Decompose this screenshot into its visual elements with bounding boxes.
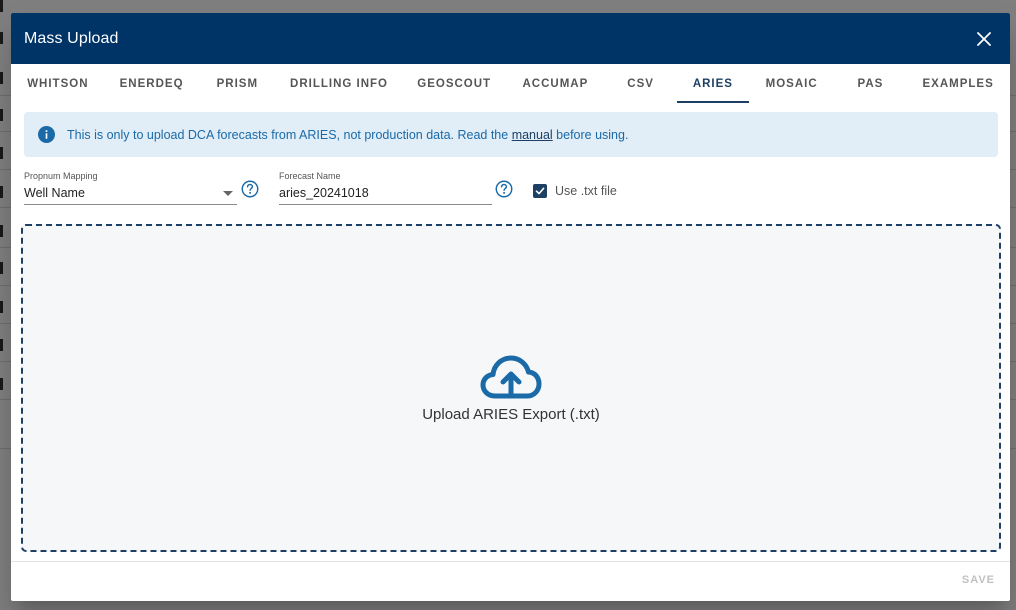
manual-link[interactable]: manual — [512, 128, 553, 142]
tab-label: WHITSON — [27, 77, 89, 90]
alert-text-end: before using. — [552, 127, 629, 142]
tab-enerdeq[interactable]: ENERDEQ — [105, 64, 199, 103]
dialog-title: Mass Upload — [24, 29, 119, 47]
tab-label: ENERDEQ — [119, 77, 184, 90]
propnum-mapping-select[interactable]: Well Name — [24, 181, 237, 205]
alert-text: This is only to upload DCA forecasts fro… — [67, 127, 512, 142]
dropdown-arrow-icon — [223, 191, 233, 196]
alert-message: This is only to upload DCA forecasts fro… — [67, 128, 628, 142]
forecast-name-input[interactable]: aries_20241018 — [279, 181, 492, 205]
tab-pas[interactable]: PAS — [835, 64, 907, 103]
use-txt-label: Use .txt file — [555, 184, 617, 198]
propnum-mapping-value: Well Name — [24, 185, 85, 200]
tab-label: CSV — [627, 77, 654, 90]
tab-whitson[interactable]: WHITSON — [11, 64, 105, 103]
source-tabs: WHITSON ENERDEQ PRISM DRILLING INFO GEOS… — [11, 64, 1010, 103]
info-icon — [38, 126, 55, 143]
tab-label: GEOSCOUT — [417, 77, 492, 90]
propnum-mapping-label: Propnum Mapping — [24, 171, 98, 181]
tab-label: PAS — [857, 77, 884, 90]
help-icon[interactable] — [495, 180, 513, 198]
tab-label: MOSAIC — [765, 77, 818, 90]
mass-upload-dialog: Mass Upload WHITSON ENERDEQ PRISM DRILLI… — [11, 13, 1010, 601]
forecast-name-label: Forecast Name — [279, 171, 341, 181]
tab-mosaic[interactable]: MOSAIC — [749, 64, 835, 103]
dialog-header: Mass Upload — [11, 13, 1010, 64]
tab-csv[interactable]: CSV — [604, 64, 677, 103]
tab-label: ACCUMAP — [522, 77, 589, 90]
tab-aries[interactable]: ARIES — [677, 64, 749, 103]
tab-label: EXAMPLES — [922, 77, 994, 90]
tab-examples[interactable]: EXAMPLES — [906, 64, 1010, 103]
tab-prism[interactable]: PRISM — [198, 64, 276, 103]
upload-dropzone[interactable]: Upload ARIES Export (.txt) — [21, 224, 1001, 552]
close-button[interactable] — [970, 25, 998, 53]
tab-drilling-info[interactable]: DRILLING INFO — [276, 64, 402, 103]
tab-label: PRISM — [216, 77, 259, 90]
use-txt-checkbox[interactable] — [533, 184, 547, 198]
tab-label: DRILLING INFO — [290, 77, 388, 90]
forecast-name-value: aries_20241018 — [279, 185, 369, 200]
dialog-footer: SAVE — [11, 561, 1010, 601]
tab-accumap[interactable]: ACCUMAP — [507, 64, 605, 103]
tab-label: ARIES — [692, 77, 733, 90]
save-button[interactable]: SAVE — [962, 574, 995, 586]
help-icon[interactable] — [241, 180, 259, 198]
cloud-upload-icon — [480, 355, 542, 398]
checkmark-icon — [535, 187, 545, 195]
close-icon — [977, 31, 991, 46]
info-alert: This is only to upload DCA forecasts fro… — [24, 112, 998, 157]
tab-geoscout[interactable]: GEOSCOUT — [402, 64, 507, 103]
dropzone-label: Upload ARIES Export (.txt) — [422, 405, 600, 423]
